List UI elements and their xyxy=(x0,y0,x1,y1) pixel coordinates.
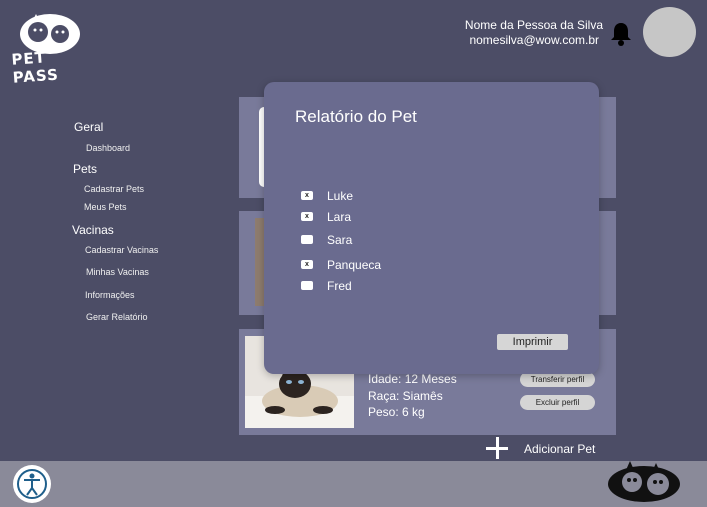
checkbox[interactable]: x xyxy=(301,191,313,200)
sidebar-section-pets: Pets xyxy=(73,162,98,176)
sidebar-section-vacinas: Vacinas xyxy=(72,223,114,237)
sidebar-item-meus-pets[interactable]: Meus Pets xyxy=(84,202,127,212)
user-name: Nome da Pessoa da Silva xyxy=(464,18,603,32)
pet-breed: Raça: Siamês xyxy=(368,389,443,403)
pet-age: Idade: 12 Meses xyxy=(368,372,457,386)
footer-pet-logo xyxy=(608,461,680,502)
user-email: nomesilva@wow.com.br xyxy=(469,33,599,47)
plus-icon[interactable] xyxy=(486,437,508,459)
pet-weight: Peso: 6 kg xyxy=(368,405,425,419)
pet-report-modal: Relatório do Pet x Luke x Lara Sara x Pa… xyxy=(264,82,599,374)
transfer-profile-button[interactable]: Transferir perfil xyxy=(520,372,595,387)
pet-option-label: Luke xyxy=(327,189,354,203)
checkbox[interactable] xyxy=(301,281,313,290)
print-button[interactable]: Imprimir xyxy=(497,334,568,350)
delete-profile-button[interactable]: Excluir perfil xyxy=(520,395,595,410)
add-pet-button[interactable]: Adicionar Pet xyxy=(524,442,595,456)
pet-option-label: Sara xyxy=(327,233,353,247)
sidebar-item-minhas-vacinas[interactable]: Minhas Vacinas xyxy=(86,267,149,277)
sidebar-item-informacoes[interactable]: Informações xyxy=(85,290,135,300)
accessibility-icon[interactable] xyxy=(13,465,51,503)
sidebar-item-dashboard[interactable]: Dashboard xyxy=(86,143,130,153)
sidebar-section-geral: Geral xyxy=(74,120,104,134)
checkbox[interactable] xyxy=(301,235,313,244)
checkbox[interactable]: x xyxy=(301,260,313,269)
sidebar-item-cadastrar-pets[interactable]: Cadastrar Pets xyxy=(84,184,144,194)
logo-text: PET PASS xyxy=(10,48,60,87)
checkbox[interactable]: x xyxy=(301,212,313,221)
avatar[interactable] xyxy=(643,7,696,57)
pet-option-label: Lara xyxy=(327,210,352,224)
sidebar-item-gerar-relatorio[interactable]: Gerar Relatório xyxy=(86,312,148,322)
sidebar-item-cadastrar-vacinas[interactable]: Cadastrar Vacinas xyxy=(85,245,158,255)
pet-option-label: Fred xyxy=(327,279,352,293)
modal-title: Relatório do Pet xyxy=(295,107,417,126)
footer xyxy=(0,461,707,507)
pet-option-label: Panqueca xyxy=(327,258,382,272)
bell-icon[interactable] xyxy=(609,21,633,47)
